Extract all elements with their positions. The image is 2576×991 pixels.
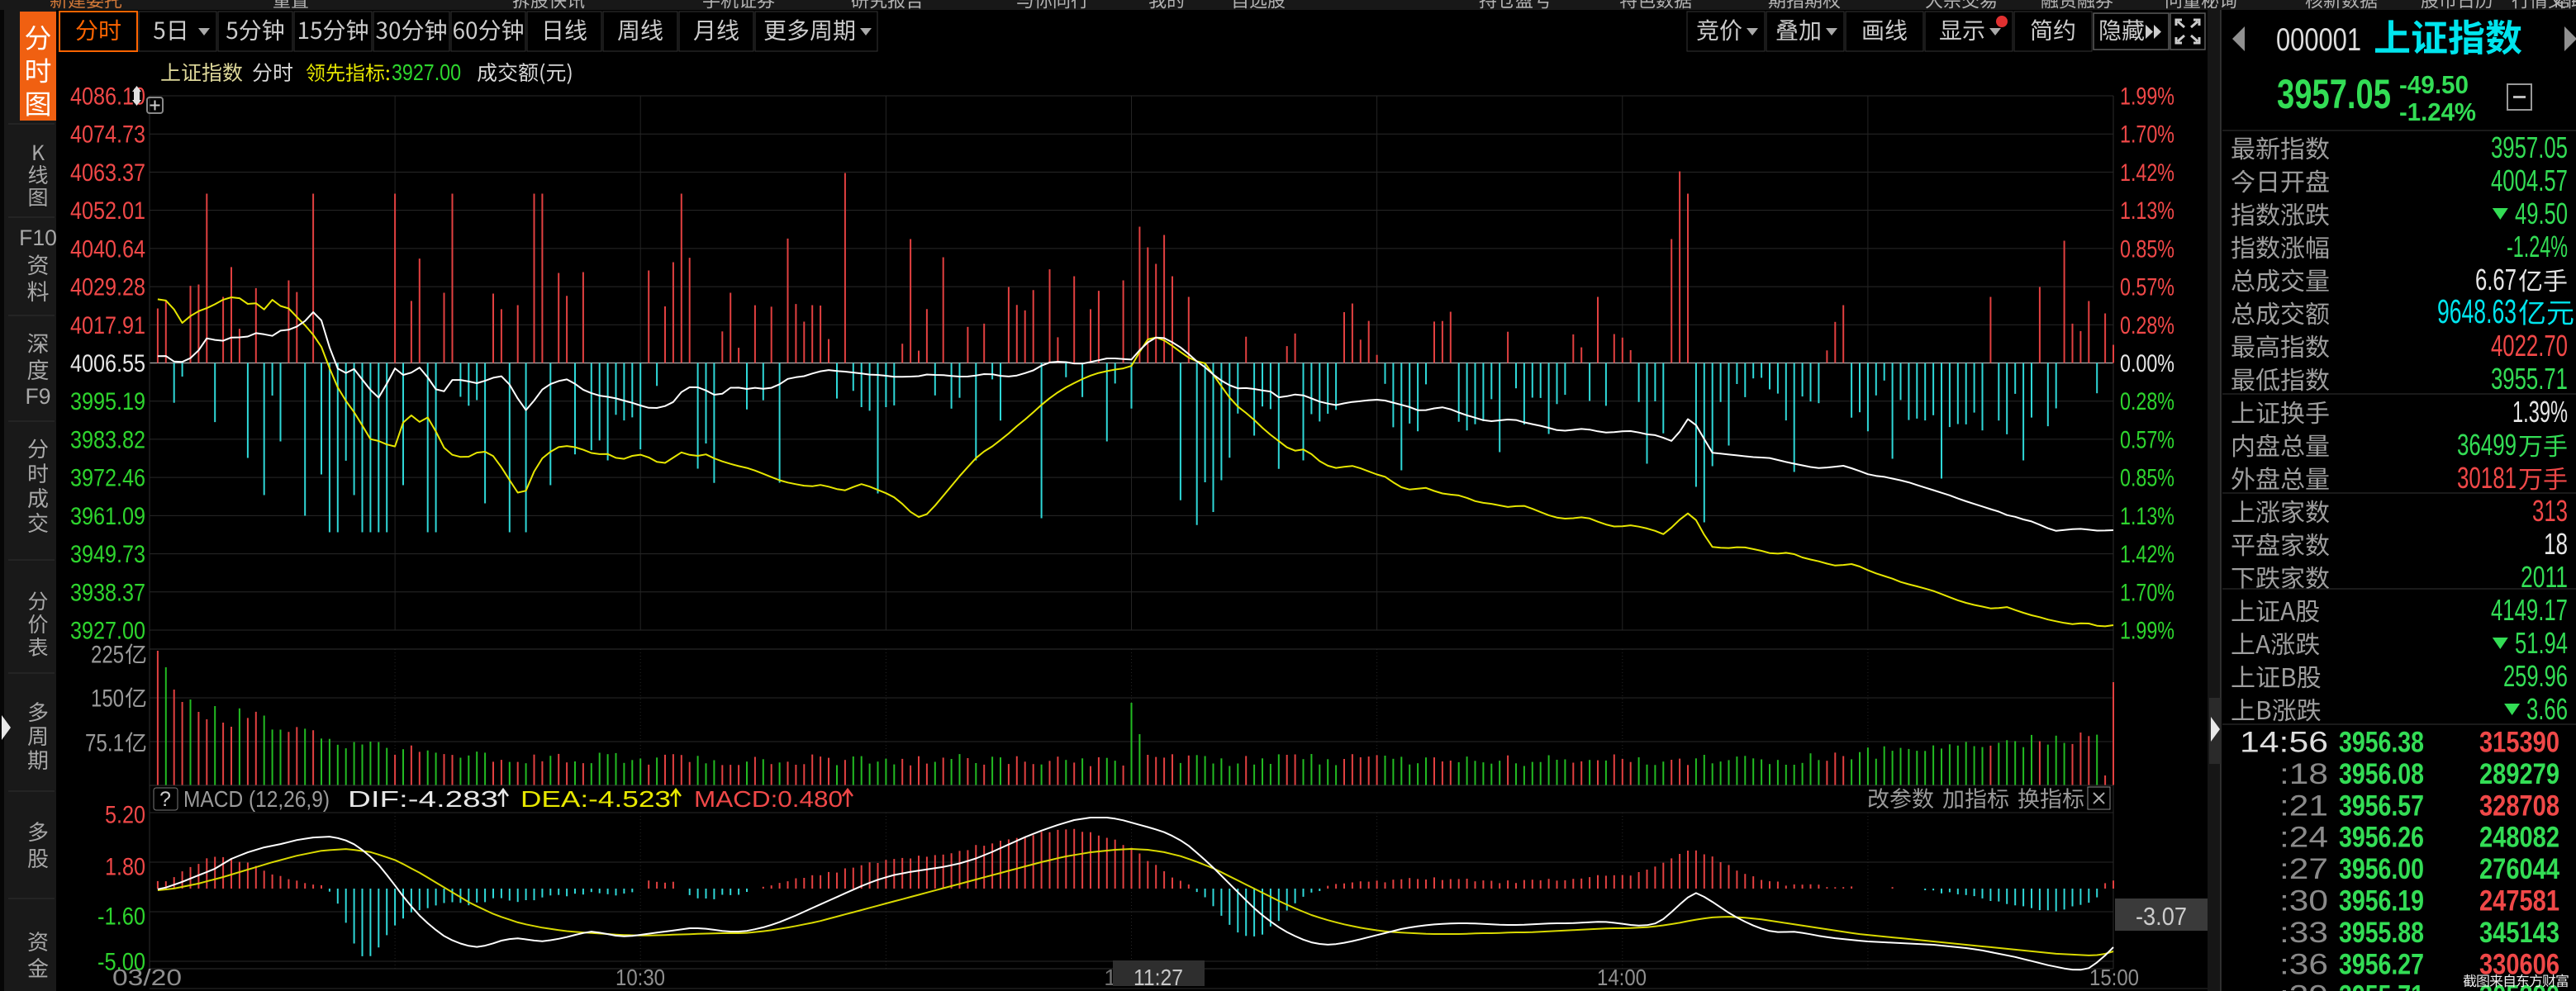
svg-text:1.99%: 1.99% xyxy=(2120,618,2174,645)
svg-text:3995.19: 3995.19 xyxy=(70,388,145,415)
svg-text:0.57%: 0.57% xyxy=(2120,274,2174,301)
svg-text:49.50: 49.50 xyxy=(2515,197,2568,230)
svg-text:225: 225 xyxy=(91,642,124,669)
svg-text:MACD (12,26,9): MACD (12,26,9) xyxy=(183,786,330,812)
svg-text:F10: F10 xyxy=(19,225,57,250)
svg-text:4029.28: 4029.28 xyxy=(70,274,145,301)
svg-text:DIF:-4.283: DIF:-4.283 xyxy=(348,786,498,812)
svg-text:36499: 36499 xyxy=(2457,428,2517,462)
svg-text:4052.01: 4052.01 xyxy=(70,197,145,225)
svg-text:3957.05: 3957.05 xyxy=(2491,130,2568,164)
svg-text:3955.88: 3955.88 xyxy=(2339,917,2424,949)
svg-text:3972.46: 3972.46 xyxy=(70,465,145,492)
svg-text:9648.63: 9648.63 xyxy=(2437,292,2517,330)
svg-text:1.39%: 1.39% xyxy=(2512,395,2568,429)
svg-text:0.28%: 0.28% xyxy=(2120,388,2174,415)
svg-text:3956.26: 3956.26 xyxy=(2339,822,2424,854)
svg-text:1.13%: 1.13% xyxy=(2120,197,2174,225)
svg-text:DEA:-4.523: DEA:-4.523 xyxy=(520,786,671,812)
svg-text:3956.00: 3956.00 xyxy=(2339,853,2424,885)
svg-text:MACD:0.480: MACD:0.480 xyxy=(694,786,843,812)
svg-text:5.20: 5.20 xyxy=(105,802,145,829)
svg-text::33: :33 xyxy=(2279,917,2328,949)
svg-text:0.57%: 0.57% xyxy=(2120,426,2174,453)
svg-text:315390: 315390 xyxy=(2479,727,2559,759)
svg-text:14:56: 14:56 xyxy=(2240,727,2328,759)
svg-text:3956.38: 3956.38 xyxy=(2339,727,2424,759)
svg-text:15:00: 15:00 xyxy=(2089,965,2139,990)
svg-text::36: :36 xyxy=(2279,948,2328,980)
svg-text:-1.24%: -1.24% xyxy=(2507,230,2568,263)
svg-text:313: 313 xyxy=(2532,494,2568,528)
svg-text:75.1: 75.1 xyxy=(85,730,124,757)
svg-text:276044: 276044 xyxy=(2479,853,2559,885)
svg-text:3949.73: 3949.73 xyxy=(70,541,145,568)
svg-text:30181: 30181 xyxy=(2457,461,2517,495)
svg-text:-1.24%: -1.24% xyxy=(2399,97,2476,126)
svg-text:3956.57: 3956.57 xyxy=(2339,789,2424,822)
svg-text:247581: 247581 xyxy=(2479,885,2559,918)
svg-text:4022.70: 4022.70 xyxy=(2491,329,2568,363)
svg-text:4063.37: 4063.37 xyxy=(70,159,145,187)
svg-text:51.94: 51.94 xyxy=(2515,626,2568,660)
svg-text:000001: 000001 xyxy=(2276,22,2361,58)
svg-text:0.00%: 0.00% xyxy=(2120,350,2174,377)
svg-text:14:00: 14:00 xyxy=(1597,965,1647,990)
svg-text:248082: 248082 xyxy=(2479,822,2559,854)
svg-text::30: :30 xyxy=(2279,885,2328,918)
svg-text:3955.71: 3955.71 xyxy=(2491,362,2568,396)
svg-text:1.99%: 1.99% xyxy=(2120,83,2174,111)
svg-text:3957.05: 3957.05 xyxy=(2277,70,2391,117)
svg-text:4006.55: 4006.55 xyxy=(70,350,145,377)
svg-text:1.70%: 1.70% xyxy=(2120,579,2174,606)
svg-text:3956.19: 3956.19 xyxy=(2339,885,2424,918)
svg-text:150: 150 xyxy=(91,685,124,713)
svg-text:3955.71: 3955.71 xyxy=(2339,980,2424,991)
svg-text:4004.57: 4004.57 xyxy=(2491,164,2568,197)
svg-text:3956.27: 3956.27 xyxy=(2339,948,2424,980)
svg-text:4074.73: 4074.73 xyxy=(70,121,145,149)
svg-text:345143: 345143 xyxy=(2479,917,2559,949)
svg-text:3961.09: 3961.09 xyxy=(70,503,145,530)
svg-text:1.70%: 1.70% xyxy=(2120,121,2174,149)
svg-text:-49.50: -49.50 xyxy=(2399,70,2469,99)
svg-text:03/20: 03/20 xyxy=(112,965,182,990)
svg-text:6.67: 6.67 xyxy=(2475,263,2517,296)
svg-text::39: :39 xyxy=(2279,980,2328,991)
svg-text::24: :24 xyxy=(2279,822,2328,854)
svg-text:289279: 289279 xyxy=(2479,758,2559,790)
svg-text:3938.37: 3938.37 xyxy=(70,579,145,606)
svg-text:0.85%: 0.85% xyxy=(2120,465,2174,492)
svg-text:10:30: 10:30 xyxy=(615,965,665,990)
svg-text:1.42%: 1.42% xyxy=(2120,159,2174,187)
svg-text:1.13%: 1.13% xyxy=(2120,503,2174,530)
svg-text::18: :18 xyxy=(2279,758,2328,790)
svg-text:-3.07: -3.07 xyxy=(2136,902,2187,931)
svg-text:?: ? xyxy=(159,788,171,811)
svg-text:4017.91: 4017.91 xyxy=(70,312,145,339)
svg-text:1.42%: 1.42% xyxy=(2120,541,2174,568)
svg-text:1.80: 1.80 xyxy=(105,854,145,881)
svg-text:3956.08: 3956.08 xyxy=(2339,758,2424,790)
svg-text:3927.00: 3927.00 xyxy=(392,59,461,85)
svg-text:259.96: 259.96 xyxy=(2503,659,2568,693)
svg-text:328708: 328708 xyxy=(2479,789,2559,822)
svg-text:18: 18 xyxy=(2544,527,2568,561)
svg-text:0.28%: 0.28% xyxy=(2120,312,2174,339)
svg-text:4149.17: 4149.17 xyxy=(2491,593,2568,627)
svg-text:3.66: 3.66 xyxy=(2526,692,2568,726)
svg-text:-1.60: -1.60 xyxy=(97,903,145,931)
svg-text::21: :21 xyxy=(2279,789,2328,822)
svg-text:3983.82: 3983.82 xyxy=(70,426,145,453)
svg-text:4040.64: 4040.64 xyxy=(70,235,145,263)
svg-text:0.85%: 0.85% xyxy=(2120,235,2174,263)
svg-text::27: :27 xyxy=(2279,853,2328,885)
svg-text:F9: F9 xyxy=(26,384,51,409)
svg-text:11:27: 11:27 xyxy=(1134,965,1183,990)
